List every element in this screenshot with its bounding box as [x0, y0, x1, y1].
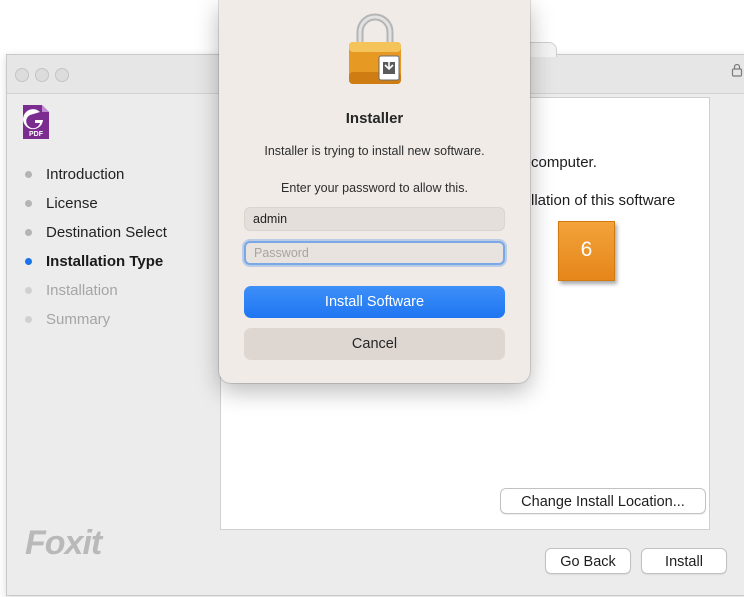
cancel-button[interactable]: Cancel	[244, 328, 505, 360]
foxit-pdf-app-icon: PDF	[21, 103, 51, 141]
content-text-line-1: computer.	[531, 154, 597, 171]
step-dot	[25, 171, 32, 178]
step-installation-type: Installation Type	[25, 247, 167, 276]
install-button[interactable]: Install	[641, 548, 727, 574]
change-install-location-button[interactable]: Change Install Location...	[500, 488, 706, 514]
step-summary: Summary	[25, 305, 167, 334]
dialog-message: Installer is trying to install new softw…	[264, 144, 485, 158]
go-back-button[interactable]: Go Back	[545, 548, 631, 574]
step-label: Destination Select	[46, 224, 167, 241]
padlock-icon	[345, 10, 405, 86]
password-field[interactable]	[244, 241, 505, 265]
close-window-button[interactable]	[15, 68, 29, 82]
step-dot	[25, 200, 32, 207]
dialog-title: Installer	[345, 110, 404, 127]
install-software-button[interactable]: Install Software	[244, 286, 505, 318]
step-dot	[25, 287, 32, 294]
username-field[interactable]	[244, 207, 505, 231]
step-label: License	[46, 195, 98, 212]
step-dot	[25, 229, 32, 236]
step-label: Installation Type	[46, 253, 164, 270]
app-icon-caption: PDF	[29, 131, 44, 138]
step-dot	[25, 258, 32, 265]
step-destination-select: Destination Select	[25, 218, 167, 247]
step-label: Introduction	[46, 166, 125, 183]
authentication-dialog: Installer Installer is trying to install…	[219, 0, 530, 383]
step-introduction: Introduction	[25, 160, 167, 189]
dialog-prompt: Enter your password to allow this.	[281, 181, 468, 195]
step-dot	[25, 316, 32, 323]
step-number-badge: 6	[558, 221, 615, 281]
zoom-window-button[interactable]	[55, 68, 69, 82]
content-text-line-2: llation of this software	[531, 192, 676, 209]
step-label: Installation	[46, 282, 118, 299]
lock-icon	[731, 63, 743, 81]
step-installation: Installation	[25, 276, 167, 305]
step-label: Summary	[46, 311, 111, 328]
step-license: License	[25, 189, 167, 218]
foxit-logo: Foxit	[25, 524, 102, 562]
installer-steps: Introduction License Destination Select …	[25, 160, 167, 334]
minimize-window-button[interactable]	[35, 68, 49, 82]
